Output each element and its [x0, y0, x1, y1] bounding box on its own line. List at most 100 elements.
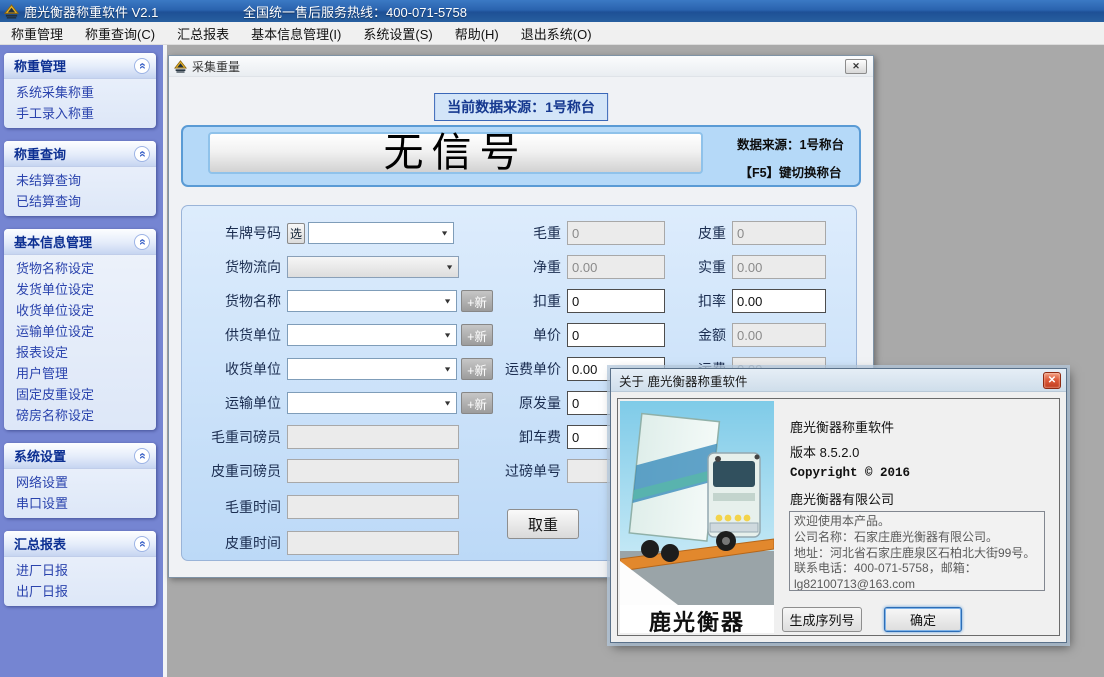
sidebar-section-weigh-manage: 称重管理 « 系统采集称重 手工录入称重	[4, 53, 156, 128]
gross-operator-label: 毛重司磅员	[182, 427, 287, 447]
about-dialog-content: 鹿光衡器 鹿光衡器称重软件 版本 8.5.2.0 Copyright © 201…	[617, 398, 1060, 636]
close-icon[interactable]: ✕	[845, 59, 867, 74]
gross-operator-field	[287, 425, 459, 449]
sidebar-item-scale-house-name[interactable]: 磅房名称设定	[4, 405, 156, 426]
rate-label: 扣率	[662, 291, 732, 311]
window-logo-icon	[174, 60, 187, 73]
sidebar-item-manual-entry[interactable]: 手工录入称重	[4, 103, 156, 124]
chevron-down-icon: ▼	[443, 365, 452, 373]
gross-time-row: 毛重时间	[182, 495, 459, 519]
app-title: 鹿光衡器称重软件 V2.1	[24, 2, 158, 21]
supplier-row: 供货单位 ▼ +新	[182, 323, 493, 347]
section-header-weigh-manage[interactable]: 称重管理 «	[4, 53, 156, 79]
gross-time-field	[287, 495, 459, 519]
price-label: 单价	[482, 325, 567, 345]
price-field[interactable]	[567, 323, 665, 347]
menu-summary-report[interactable]: 汇总报表	[166, 21, 240, 46]
section-header-summary-report[interactable]: 汇总报表 «	[4, 531, 156, 557]
sidebar-item-goods-name[interactable]: 货物名称设定	[4, 258, 156, 279]
sidebar: 称重管理 « 系统采集称重 手工录入称重 称重查询 « 未结算查询 已结算查询	[0, 45, 163, 677]
supplier-combobox[interactable]: ▼	[287, 324, 457, 346]
data-source-banner: 当前数据来源：1号称台	[434, 93, 608, 121]
transport-combobox[interactable]: ▼	[287, 392, 457, 414]
ok-button[interactable]: 确定	[884, 607, 962, 632]
chevron-down-icon: ▼	[443, 297, 452, 305]
sidebar-item-unsettled-query[interactable]: 未结算查询	[4, 170, 156, 191]
menu-weigh-manage[interactable]: 称重管理	[0, 21, 74, 46]
deduct-row: 扣重	[482, 289, 665, 313]
section-title: 称重管理	[14, 56, 66, 75]
generate-serial-button[interactable]: 生成序列号	[782, 607, 862, 632]
sidebar-item-shipper-unit[interactable]: 发货单位设定	[4, 279, 156, 300]
price-row: 单价	[482, 323, 665, 347]
sidebar-item-system-capture[interactable]: 系统采集称重	[4, 82, 156, 103]
brand-caption: 鹿光衡器	[620, 605, 774, 637]
flow-combobox[interactable]: ▼	[287, 256, 459, 278]
sidebar-item-user-manage[interactable]: 用户管理	[4, 363, 156, 384]
net-field	[567, 255, 665, 279]
section-header-weigh-query[interactable]: 称重查询 «	[4, 141, 156, 167]
signal-text: 无信号	[384, 133, 528, 173]
close-icon[interactable]: ✕	[1043, 372, 1061, 389]
flow-label: 货物流向	[182, 257, 287, 277]
about-copyright: Copyright © 2016	[790, 466, 910, 480]
menubar: 称重管理 称重查询(C) 汇总报表 基本信息管理(I) 系统设置(S) 帮助(H…	[0, 22, 1104, 45]
sidebar-item-network-settings[interactable]: 网络设置	[4, 472, 156, 493]
sidebar-item-inbound-daily[interactable]: 进厂日报	[4, 560, 156, 581]
sidebar-item-transport-unit[interactable]: 运输单位设定	[4, 321, 156, 342]
receiver-row: 收货单位 ▼ +新	[182, 357, 493, 381]
hotline-text: 全国统一售后服务热线：400-071-5758	[243, 2, 467, 21]
choose-plate-button[interactable]: 选	[287, 223, 305, 244]
amount-label: 金额	[662, 325, 732, 345]
chevron-down-icon: ▼	[440, 229, 449, 237]
freight-price-label: 运费单价	[482, 359, 567, 379]
capture-window-title: 采集重量	[192, 58, 240, 75]
menu-exit[interactable]: 退出系统(O)	[510, 21, 603, 46]
collapse-icon[interactable]: «	[134, 234, 150, 250]
plate-label: 车牌号码	[182, 223, 287, 243]
section-header-basic-info[interactable]: 基本信息管理 «	[4, 229, 156, 255]
unload-fee-label: 卸车费	[482, 427, 567, 447]
tare-operator-row: 皮重司磅员	[182, 459, 459, 483]
menu-basic-info[interactable]: 基本信息管理(I)	[240, 21, 352, 46]
gross-time-label: 毛重时间	[182, 497, 287, 517]
actual-row: 实重	[662, 255, 826, 279]
goods-combobox[interactable]: ▼	[287, 290, 457, 312]
amount-row: 金额	[662, 323, 826, 347]
sidebar-section-summary-report: 汇总报表 « 进厂日报 出厂日报	[4, 531, 156, 606]
sidebar-item-fixed-tare[interactable]: 固定皮重设定	[4, 384, 156, 405]
menu-help[interactable]: 帮助(H)	[444, 21, 510, 46]
sidebar-item-serial-settings[interactable]: 串口设置	[4, 493, 156, 514]
signal-panel: 无信号 数据来源：1号称台 【F5】键切换称台	[181, 125, 861, 187]
rate-field[interactable]	[732, 289, 826, 313]
source-line1: 数据来源：1号称台	[723, 134, 858, 153]
sidebar-item-outbound-daily[interactable]: 出厂日报	[4, 581, 156, 602]
menu-weigh-query[interactable]: 称重查询(C)	[74, 21, 166, 46]
receiver-combobox[interactable]: ▼	[287, 358, 457, 380]
about-dialog-title: 关于 鹿光衡器称重软件	[619, 371, 747, 390]
collapse-icon[interactable]: «	[134, 58, 150, 74]
sidebar-item-settled-query[interactable]: 已结算查询	[4, 191, 156, 212]
sidebar-item-receiver-unit[interactable]: 收货单位设定	[4, 300, 156, 321]
capture-window-titlebar: 采集重量 ✕	[169, 56, 873, 77]
about-company: 鹿光衡器有限公司	[790, 489, 894, 508]
about-dialog: 关于 鹿光衡器称重软件 ✕	[610, 368, 1067, 643]
rate-row: 扣率	[662, 289, 826, 313]
actual-field	[732, 255, 826, 279]
section-header-system-settings[interactable]: 系统设置 «	[4, 443, 156, 469]
collapse-icon[interactable]: «	[134, 448, 150, 464]
tare-time-label: 皮重时间	[182, 533, 287, 553]
take-weight-button[interactable]: 取重	[507, 509, 579, 539]
source-line2: 【F5】键切换称台	[723, 162, 858, 181]
deduct-label: 扣重	[482, 291, 567, 311]
deduct-field[interactable]	[567, 289, 665, 313]
amount-field	[732, 323, 826, 347]
collapse-icon[interactable]: «	[134, 536, 150, 552]
menu-system-settings[interactable]: 系统设置(S)	[352, 21, 443, 46]
collapse-icon[interactable]: «	[134, 146, 150, 162]
app-window: 鹿光衡器称重软件 V2.1 全国统一售后服务热线：400-071-5758 称重…	[0, 0, 1104, 677]
plate-combobox[interactable]: ▼	[308, 222, 454, 244]
section-title: 汇总报表	[14, 534, 66, 553]
sidebar-item-report-settings[interactable]: 报表设定	[4, 342, 156, 363]
ticket-label: 过磅单号	[482, 461, 567, 481]
